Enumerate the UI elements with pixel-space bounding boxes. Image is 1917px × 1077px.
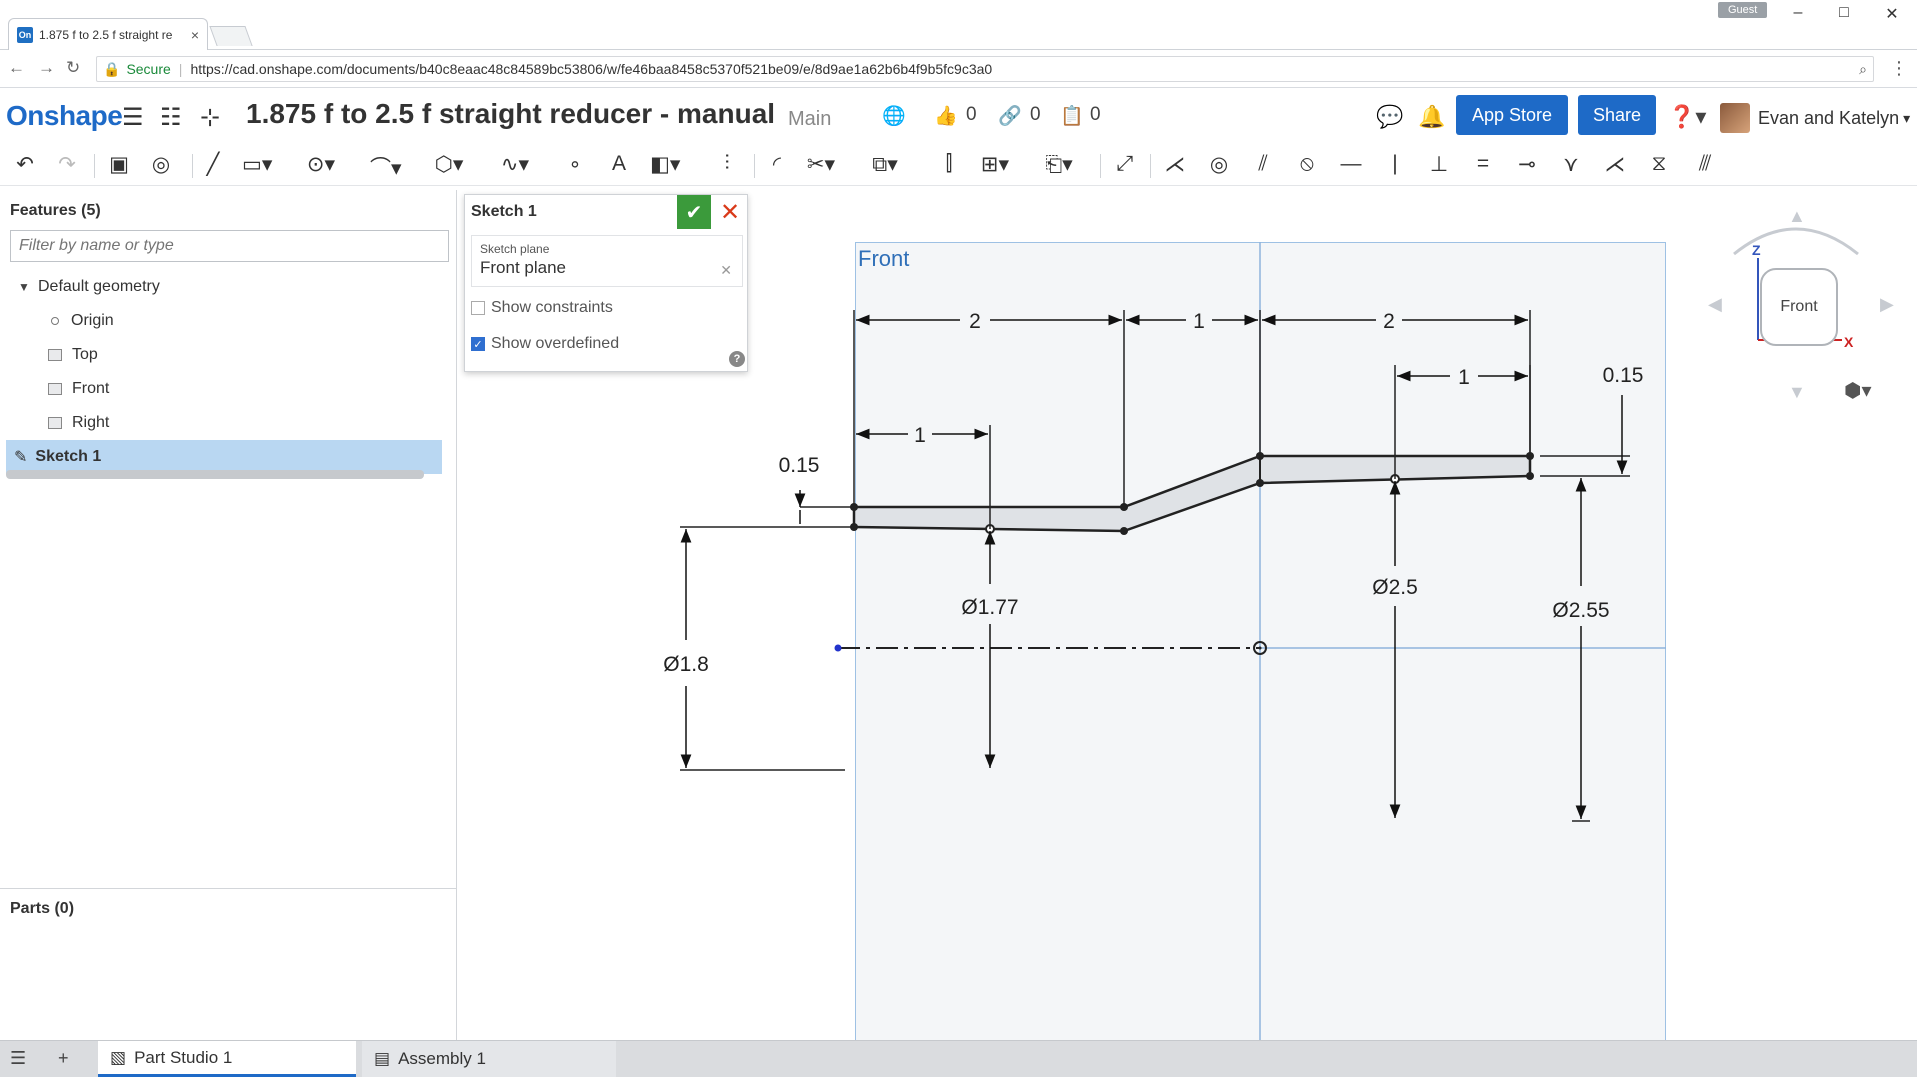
tab-manager-icon[interactable]: ☰: [10, 1048, 26, 1069]
axis-x-label: X: [1844, 334, 1854, 350]
dimension-right-1[interactable]: 1: [1458, 366, 1470, 389]
check-icon: ✔: [685, 201, 703, 224]
show-constraints-checkbox[interactable]: Show constraints: [471, 299, 613, 317]
dimension-top-right[interactable]: 2: [1383, 310, 1395, 333]
sketch-dialog: Sketch 1 ✔ ✕ Sketch plane Front plane ✕ …: [464, 194, 748, 372]
cancel-button[interactable]: ✕: [715, 197, 745, 227]
close-icon: ✕: [719, 198, 741, 226]
sketch-plane-label: Sketch plane: [480, 242, 550, 256]
checkbox-checked[interactable]: ✓: [471, 337, 485, 351]
display-mode-icon[interactable]: ⬢▾: [1844, 378, 1872, 403]
centerline-endpoint[interactable]: [834, 644, 842, 652]
dimension-dia-2-55[interactable]: Ø2.55: [1552, 599, 1609, 622]
dimension-dia-1-77[interactable]: Ø1.77: [961, 596, 1018, 619]
rotate-right-icon[interactable]: ▶: [1880, 294, 1894, 315]
dimension-left-thickness[interactable]: 0.15: [779, 454, 820, 477]
view-cube[interactable]: Front: [1760, 268, 1838, 346]
tab-part-studio-1[interactable]: ▧ Part Studio 1: [98, 1041, 356, 1077]
dimension-left-1[interactable]: 1: [914, 424, 926, 447]
assembly-icon: ▤: [374, 1049, 391, 1068]
rotate-left-icon[interactable]: ◀: [1708, 294, 1722, 315]
dimension-right-thickness[interactable]: 0.15: [1603, 364, 1644, 387]
add-tab-icon[interactable]: +: [58, 1048, 69, 1069]
sketch-plane-value: Front plane: [480, 258, 566, 277]
help-icon[interactable]: ?: [729, 351, 745, 367]
dimension-top-mid[interactable]: 1: [1193, 310, 1205, 333]
show-overdefined-checkbox[interactable]: ✓ Show overdefined: [471, 335, 619, 353]
dimension-dia-2-5[interactable]: Ø2.5: [1372, 576, 1418, 599]
rotate-down-icon[interactable]: ▼: [1788, 382, 1806, 403]
sketch-dialog-title[interactable]: Sketch 1: [471, 203, 537, 221]
checkbox-unchecked[interactable]: [471, 301, 485, 315]
sketch-plane-field[interactable]: Sketch plane Front plane ✕: [471, 235, 743, 287]
axis-z-label: Z: [1752, 242, 1761, 258]
tab-assembly-1[interactable]: ▤ Assembly 1: [362, 1041, 616, 1077]
accept-button[interactable]: ✔: [677, 195, 711, 229]
part-studio-icon: ▧: [110, 1047, 127, 1067]
sketch-canvas[interactable]: 2 1 2 1 1 0.15 0.15 Ø1.8 Ø1.77 Ø2.5 Ø2.5…: [0, 0, 1917, 1077]
dimension-top-left[interactable]: 2: [969, 310, 981, 333]
reducer-profile-region[interactable]: [854, 456, 1530, 531]
bottom-tab-bar: ☰ + ▧ Part Studio 1 ▤ Assembly 1: [0, 1040, 1917, 1077]
clear-plane-icon[interactable]: ✕: [720, 262, 732, 279]
dimension-dia-1-8[interactable]: Ø1.8: [663, 653, 709, 676]
